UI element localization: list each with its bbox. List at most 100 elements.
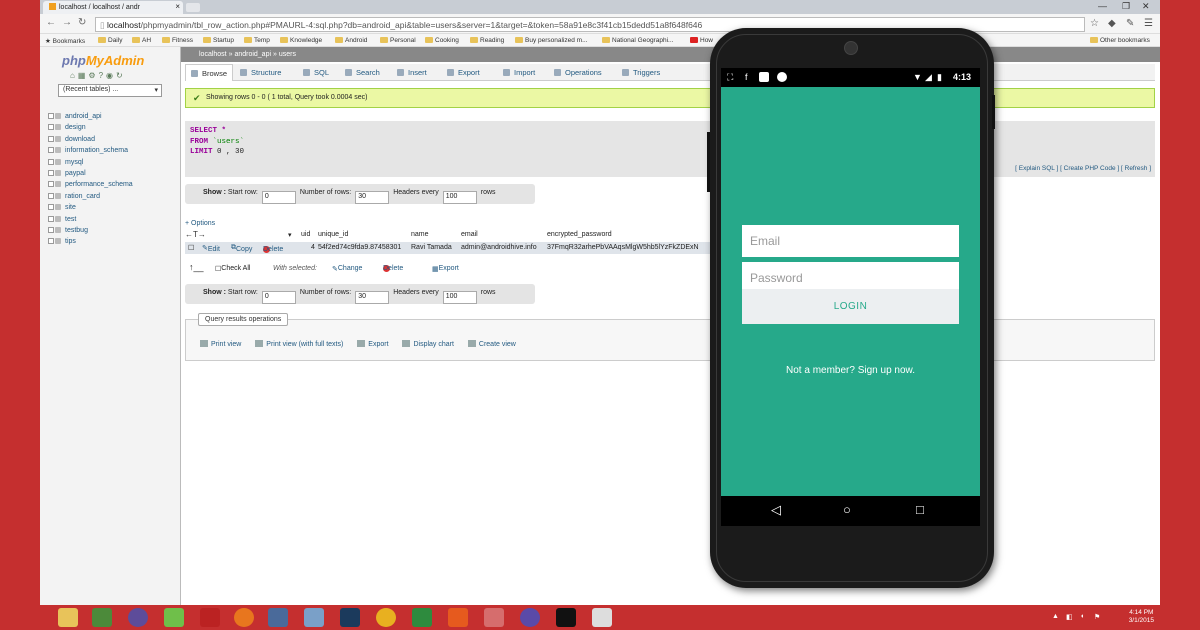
db-item[interactable]: site xyxy=(48,204,133,215)
col-uid[interactable]: uid xyxy=(301,231,310,238)
sort-dropdown-icon[interactable]: ▾ xyxy=(288,231,292,239)
eclipse-icon[interactable] xyxy=(128,608,148,627)
bookmark-buy-personalized[interactable]: Buy personalized m... xyxy=(515,37,588,44)
system-clock[interactable]: 4:14 PM 3/1/2015 xyxy=(1129,609,1154,625)
cell-unique-id[interactable]: 54f2ed74c9fda9.87458301 xyxy=(318,244,401,251)
back-icon[interactable]: ← xyxy=(46,17,56,28)
cell-uid[interactable]: 4 xyxy=(311,244,315,251)
camtasia-icon[interactable] xyxy=(592,608,612,627)
terminal-icon[interactable] xyxy=(556,608,576,627)
nav-icons[interactable]: ⌂▦⚙?◉↻ xyxy=(70,71,126,80)
db-item[interactable]: design xyxy=(48,124,133,135)
db-item[interactable]: android_api xyxy=(48,113,133,124)
breadcrumb-database[interactable]: android_api xyxy=(234,51,271,58)
close-window-icon[interactable]: ✕ xyxy=(1142,1,1150,12)
bookmark-national-geographic[interactable]: National Geographi... xyxy=(602,37,673,44)
mi-icon[interactable] xyxy=(448,608,468,627)
cell-email[interactable]: admin@androidhive.info xyxy=(461,244,537,251)
edit-button[interactable]: ✎ Edit xyxy=(202,244,220,253)
explorer-icon[interactable] xyxy=(58,608,78,627)
start-row-input[interactable]: 0 xyxy=(261,191,296,204)
minecraft-icon[interactable] xyxy=(92,608,112,627)
phpmyadmin-logo[interactable]: phpMyAdmin xyxy=(62,53,144,68)
tab-operations[interactable]: Operations xyxy=(549,64,607,81)
tab-sql[interactable]: SQL xyxy=(298,64,334,81)
bookmark-personal[interactable]: Personal xyxy=(380,37,416,44)
chrome-icon[interactable] xyxy=(376,608,396,627)
excel-icon[interactable] xyxy=(412,608,432,627)
bookmarks-star[interactable]: ★ Bookmarks xyxy=(45,37,85,45)
tab-structure[interactable]: Structure xyxy=(235,64,286,81)
headers-every-input[interactable]: 100 xyxy=(442,191,477,204)
with-selected-export-button[interactable]: ▦ Export xyxy=(432,265,459,273)
tab-export[interactable]: Export xyxy=(442,64,485,81)
tray-network-icon[interactable]: ◧ xyxy=(1066,613,1073,621)
db-item[interactable]: paypal xyxy=(48,169,133,181)
photoshop-icon[interactable] xyxy=(340,608,360,627)
eclipse-2-icon[interactable] xyxy=(520,608,540,627)
db-item[interactable]: test xyxy=(48,215,133,227)
back-nav-icon[interactable]: ◁ xyxy=(771,502,781,518)
column-sort-arrows[interactable]: ←T→ xyxy=(185,230,206,239)
extension-icon[interactable]: ◆ xyxy=(1108,18,1116,29)
maximize-icon[interactable]: ❐ xyxy=(1122,1,1130,12)
bookmark-daily[interactable]: Daily xyxy=(98,37,122,44)
new-tab-button[interactable] xyxy=(186,3,200,12)
options-link[interactable]: + Options xyxy=(185,220,215,227)
home-nav-icon[interactable]: ○ xyxy=(843,502,851,517)
print-view-full-link[interactable]: Print view (with full texts) xyxy=(255,340,349,348)
notepad-icon[interactable] xyxy=(164,608,184,627)
bookmark-temp[interactable]: Temp xyxy=(244,37,270,44)
bookmark-ah[interactable]: AH xyxy=(132,37,151,44)
bookmark-startup[interactable]: Startup xyxy=(203,37,234,44)
bookmark-cooking[interactable]: Cooking xyxy=(425,37,459,44)
change-button[interactable]: ✎ Change xyxy=(332,265,362,273)
tab-insert[interactable]: Insert xyxy=(392,64,432,81)
bookmark-knowledge[interactable]: Knowledge xyxy=(280,37,322,44)
recent-tables-select[interactable]: (Recent tables) ... ▾ xyxy=(58,84,162,97)
db-item[interactable]: ration_card xyxy=(48,192,133,204)
col-email[interactable]: email xyxy=(461,231,478,238)
check-all[interactable]: ☐ Check All xyxy=(215,265,250,273)
qro-export-link[interactable]: Export xyxy=(357,340,394,348)
copy-button[interactable]: ⧉ Copy xyxy=(231,244,252,253)
tab-browse[interactable]: Browse xyxy=(185,64,234,81)
chrome-active-icon[interactable] xyxy=(484,608,504,627)
tab-close-icon[interactable]: × xyxy=(175,2,180,11)
eyedropper-icon[interactable]: ✎ xyxy=(1126,18,1134,29)
browser-tab[interactable]: localhost / localhost / andr × xyxy=(43,1,183,14)
db-item[interactable]: mysql xyxy=(48,158,133,170)
minimize-icon[interactable]: — xyxy=(1098,1,1107,11)
col-unique-id[interactable]: unique_id xyxy=(318,231,348,238)
col-name[interactable]: name xyxy=(411,231,429,238)
email-field[interactable]: Email xyxy=(742,225,959,257)
filezilla-icon[interactable] xyxy=(200,608,220,627)
start-row-input[interactable]: 0 xyxy=(261,291,296,304)
other-bookmarks[interactable]: Other bookmarks xyxy=(1090,37,1150,44)
db-item[interactable]: performance_schema xyxy=(48,181,133,192)
cell-name[interactable]: Ravi Tamada xyxy=(411,244,452,251)
star-icon[interactable]: ☆ xyxy=(1090,18,1099,29)
breadcrumb-table[interactable]: users xyxy=(279,51,296,58)
bookmark-reading[interactable]: Reading xyxy=(470,37,504,44)
tray-volume-icon[interactable]: ◖ xyxy=(1080,613,1084,620)
tray-flag-icon[interactable]: ⚑ xyxy=(1094,613,1100,621)
tray-arrow-icon[interactable]: ▲ xyxy=(1052,613,1059,620)
login-button[interactable]: LOGIN xyxy=(742,289,959,324)
bookmark-android[interactable]: Android xyxy=(335,37,367,44)
network-icon[interactable] xyxy=(268,608,288,627)
db-item[interactable]: information_schema xyxy=(48,147,133,158)
tab-triggers[interactable]: Triggers xyxy=(617,64,665,81)
recents-nav-icon[interactable]: □ xyxy=(916,502,924,517)
bookmark-fitness[interactable]: Fitness xyxy=(162,37,193,44)
firefox-icon[interactable] xyxy=(234,608,254,627)
cell-password[interactable]: 37FmqR32arhePbVAAqsMlgW5hb5lYzFkZDExN xyxy=(547,244,699,251)
sql-query-box[interactable]: SELECT * FROM `users` LIMIT 0 , 30 xyxy=(185,121,1155,163)
row-checkbox[interactable]: ☐ xyxy=(188,244,194,252)
virtualbox-icon[interactable] xyxy=(304,608,324,627)
num-rows-input[interactable]: 30 xyxy=(355,291,390,304)
num-rows-input[interactable]: 30 xyxy=(355,191,390,204)
breadcrumb-server[interactable]: localhost xyxy=(199,51,227,58)
headers-every-input[interactable]: 100 xyxy=(442,291,477,304)
db-item[interactable]: testbug xyxy=(48,226,133,238)
